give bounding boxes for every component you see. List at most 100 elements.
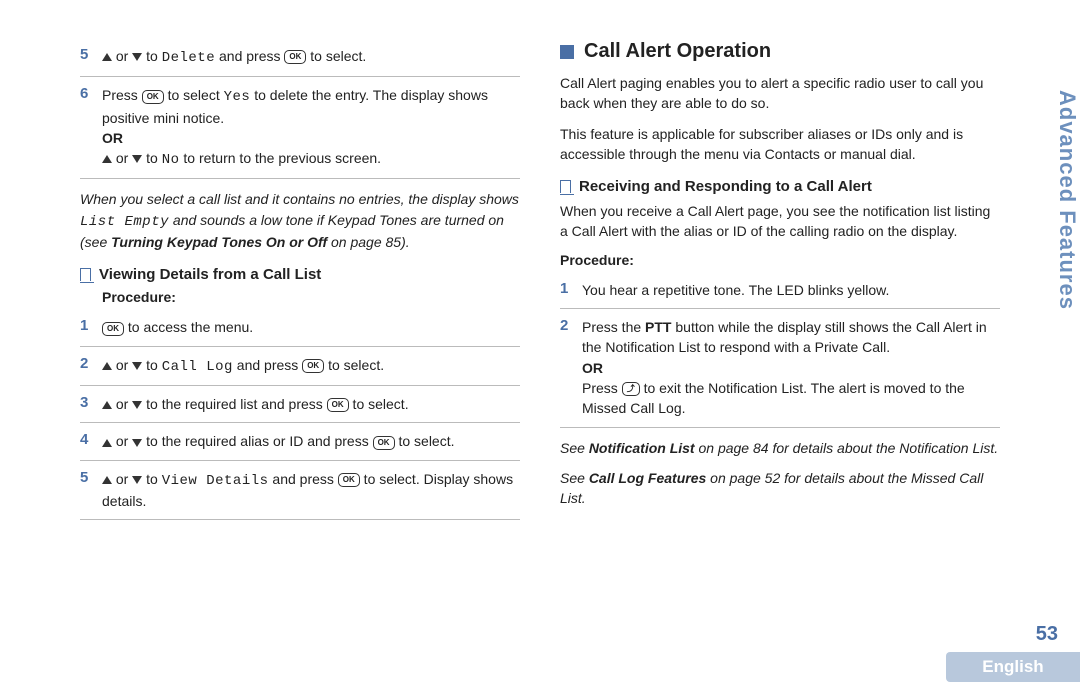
step-5: 5 or to Delete and press OK to select. (80, 40, 520, 74)
or-label: OR (582, 360, 603, 376)
text: or (112, 396, 132, 412)
divider (80, 76, 520, 77)
text: Press the (582, 319, 645, 335)
step-number: 6 (80, 85, 102, 102)
divider (80, 519, 520, 520)
up-arrow-icon (102, 476, 112, 484)
paragraph: When you receive a Call Alert page, you … (560, 201, 1000, 242)
subhead-text: Viewing Details from a Call List (99, 266, 321, 283)
or-label: OR (102, 130, 123, 146)
up-arrow-icon (102, 362, 112, 370)
text: Press (102, 87, 142, 103)
paragraph: This feature is applicable for subscribe… (560, 124, 1000, 165)
step-number: 5 (80, 46, 102, 63)
down-arrow-icon (132, 53, 142, 61)
procedure-label: Procedure: (102, 289, 520, 305)
up-arrow-icon (102, 439, 112, 447)
divider (80, 178, 520, 179)
text: to (142, 471, 161, 487)
step-body: or to View Details and press OK to selec… (102, 469, 520, 512)
down-arrow-icon (132, 439, 142, 447)
divider (80, 346, 520, 347)
text: or (112, 433, 132, 449)
text: to (142, 357, 161, 373)
recv-step-1: 1 You hear a repetitive tone. The LED bl… (560, 274, 1000, 306)
view-step-4: 4 or to the required alias or ID and pre… (80, 425, 520, 457)
step-body: or to the required alias or ID and press… (102, 431, 520, 451)
text: or (112, 48, 132, 64)
step-number: 2 (560, 317, 582, 334)
text: to select. (395, 433, 455, 449)
step-number: 3 (80, 394, 102, 411)
text: to access the menu. (124, 319, 253, 335)
text: to select. (324, 357, 384, 373)
step-number: 4 (80, 431, 102, 448)
step-body: You hear a repetitive tone. The LED blin… (582, 280, 1000, 300)
text: to select. (349, 396, 409, 412)
view-step-3: 3 or to the required list and press OK t… (80, 388, 520, 420)
text: to the required list and press (142, 396, 326, 412)
text: to return to the previous screen. (180, 150, 382, 166)
cross-ref: Turning Keypad Tones On or Off (111, 234, 327, 250)
menu-label: View Details (162, 473, 269, 489)
text: to select. (306, 48, 366, 64)
divider (80, 460, 520, 461)
text: and press (233, 357, 302, 373)
up-arrow-icon (102, 155, 112, 163)
ok-key-icon: OK (142, 90, 164, 104)
menu-label: No (162, 152, 180, 168)
text: or (112, 471, 132, 487)
subheading-viewing-details: Viewing Details from a Call List (80, 266, 520, 283)
text: on page 85). (327, 234, 410, 250)
text: to (142, 150, 161, 166)
text: on page 84 for details about the Notific… (695, 440, 999, 456)
down-arrow-icon (132, 362, 142, 370)
menu-label: Call Log (162, 359, 233, 375)
recv-step-2: 2 Press the PTT button while the display… (560, 311, 1000, 424)
page-content: 5 or to Delete and press OK to select. 6… (0, 0, 1000, 562)
note-paragraph: When you select a call list and it conta… (80, 189, 520, 252)
menu-label: Delete (162, 50, 215, 66)
divider (80, 385, 520, 386)
ptt-label: PTT (645, 319, 671, 335)
text: and press (269, 471, 338, 487)
page-number: 53 (1036, 623, 1058, 646)
down-arrow-icon (132, 401, 142, 409)
down-arrow-icon (132, 476, 142, 484)
view-step-5: 5 or to View Details and press OK to sel… (80, 463, 520, 518)
cross-ref: Call Log Features (589, 470, 706, 486)
step-body: or to Delete and press OK to select. (102, 46, 520, 68)
ok-key-icon: OK (102, 322, 124, 336)
subhead-text: Receiving and Responding to a Call Alert (579, 178, 872, 195)
up-arrow-icon (102, 53, 112, 61)
step-body: or to Call Log and press OK to select. (102, 355, 520, 377)
left-column: 5 or to Delete and press OK to select. 6… (80, 40, 520, 522)
text: to select (164, 87, 224, 103)
procedure-label: Procedure: (560, 252, 1000, 268)
divider (80, 422, 520, 423)
text: or (112, 357, 132, 373)
text: When you select a call list and it conta… (80, 191, 519, 207)
up-arrow-icon (102, 401, 112, 409)
text: to exit the Notification List. The alert… (582, 380, 965, 416)
menu-label: Yes (224, 89, 251, 105)
ok-key-icon: OK (302, 359, 324, 373)
step-body: or to the required list and press OK to … (102, 394, 520, 414)
text: See (560, 440, 589, 456)
step-number: 1 (80, 317, 102, 334)
view-step-1: 1 OK to access the menu. (80, 311, 520, 343)
page-icon (80, 268, 91, 281)
paragraph: Call Alert paging enables you to alert a… (560, 73, 1000, 114)
text: to the required alias or ID and press (142, 433, 372, 449)
section-marker-icon (560, 45, 574, 59)
language-tab: English (946, 652, 1080, 682)
step-body: Press OK to select Yes to delete the ent… (102, 85, 520, 170)
step-number: 5 (80, 469, 102, 486)
step-body: OK to access the menu. (102, 317, 520, 337)
divider (560, 308, 1000, 309)
ok-key-icon: OK (373, 436, 395, 450)
ok-key-icon: OK (284, 50, 306, 64)
chapter-tab: Advanced Features (1036, 70, 1080, 330)
text: or (112, 150, 132, 166)
step-number: 2 (80, 355, 102, 372)
